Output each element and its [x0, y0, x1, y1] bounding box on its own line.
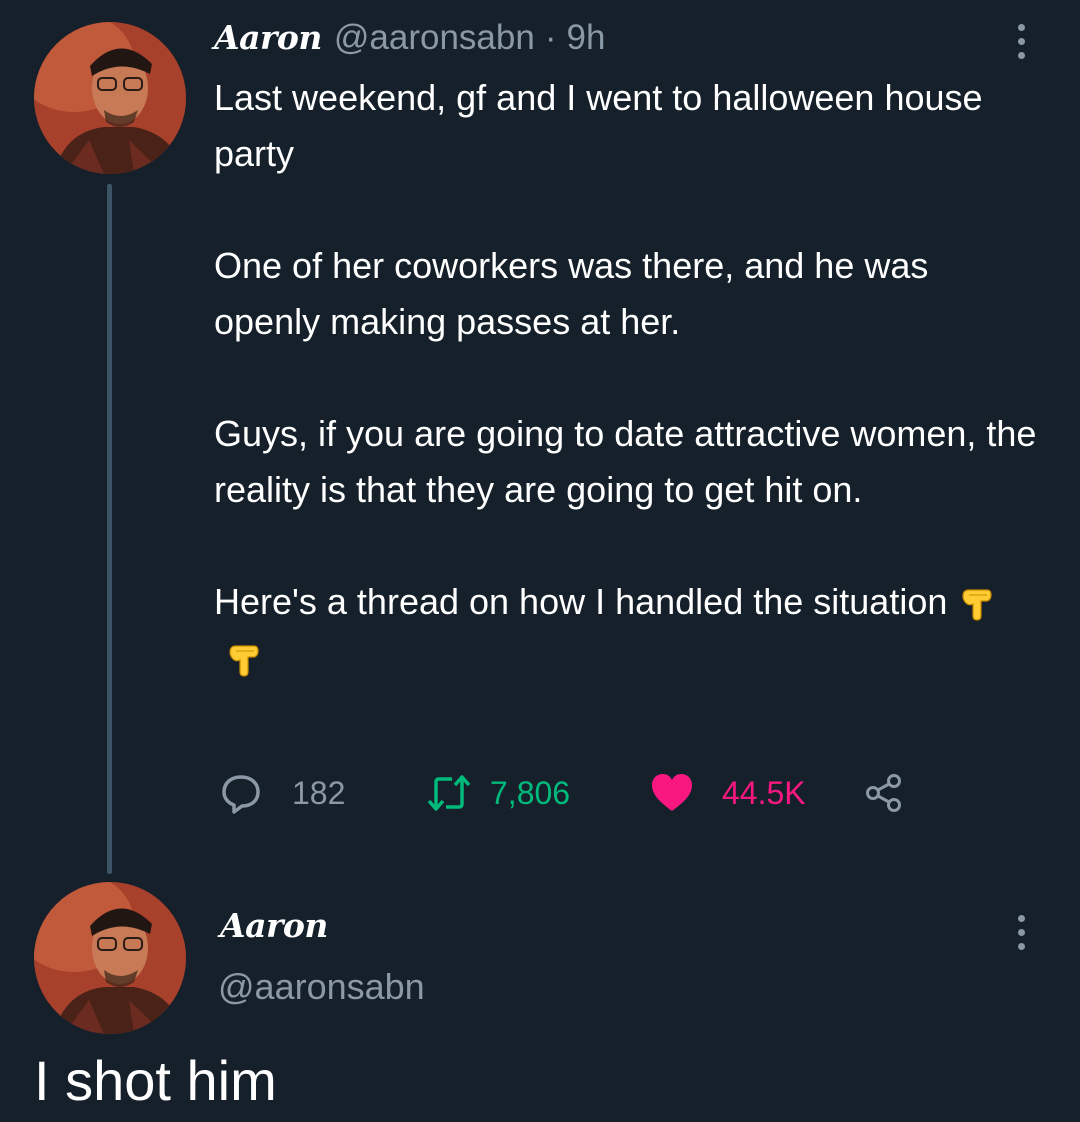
reply-text: I shot him: [34, 1049, 277, 1112]
retweet-button[interactable]: 7,806: [426, 768, 570, 818]
reply-author-name[interactable]: Aaron: [220, 906, 328, 945]
share-button[interactable]: [864, 768, 906, 818]
author-avatar[interactable]: [34, 22, 186, 174]
more-icon[interactable]: [1018, 915, 1028, 950]
share-icon: [866, 774, 901, 812]
tweet-paragraph: Last weekend, gf and I went to halloween…: [214, 77, 983, 174]
tweet-paragraph: Guys, if you are going to date attractiv…: [214, 413, 1037, 510]
tweet-text: Last weekend, gf and I went to halloween…: [214, 70, 1044, 686]
tweet-paragraph: Here's a thread on how I handled the sit…: [214, 581, 948, 622]
pointing-down-emoji-icon: [229, 645, 259, 677]
reply-author-handle[interactable]: @aaronsabn: [218, 966, 425, 1008]
tweet-actions: 182 7,806 44.5K: [214, 768, 974, 818]
retweet-icon: [427, 775, 471, 811]
author-name[interactable]: Aaron: [214, 18, 322, 57]
reply-author-avatar[interactable]: [34, 882, 186, 1034]
thread-connector-line: [107, 184, 112, 874]
like-count: 44.5K: [722, 774, 806, 811]
avatar-photo: [34, 882, 186, 1034]
more-icon[interactable]: [1018, 24, 1028, 59]
reply-icon: [222, 775, 260, 814]
reply-count: 182: [292, 774, 346, 811]
tweet-paragraph: One of her coworkers was there, and he w…: [214, 245, 929, 342]
avatar-photo: [34, 22, 186, 174]
pointing-down-emoji-icon: [962, 589, 992, 621]
header-separator: ·: [544, 18, 557, 57]
tweet-header: Aaron @aaronsabn · 9h: [214, 18, 605, 64]
like-button[interactable]: 44.5K: [650, 768, 806, 818]
tweet-timestamp[interactable]: 9h: [567, 18, 606, 58]
retweet-count: 7,806: [490, 774, 571, 811]
tweet-paragraph-last: Here's a thread on how I handled the sit…: [214, 574, 1044, 686]
reply-button[interactable]: 182: [220, 768, 345, 818]
author-handle[interactable]: @aaronsabn: [334, 18, 535, 58]
like-heart-icon: [652, 774, 692, 811]
